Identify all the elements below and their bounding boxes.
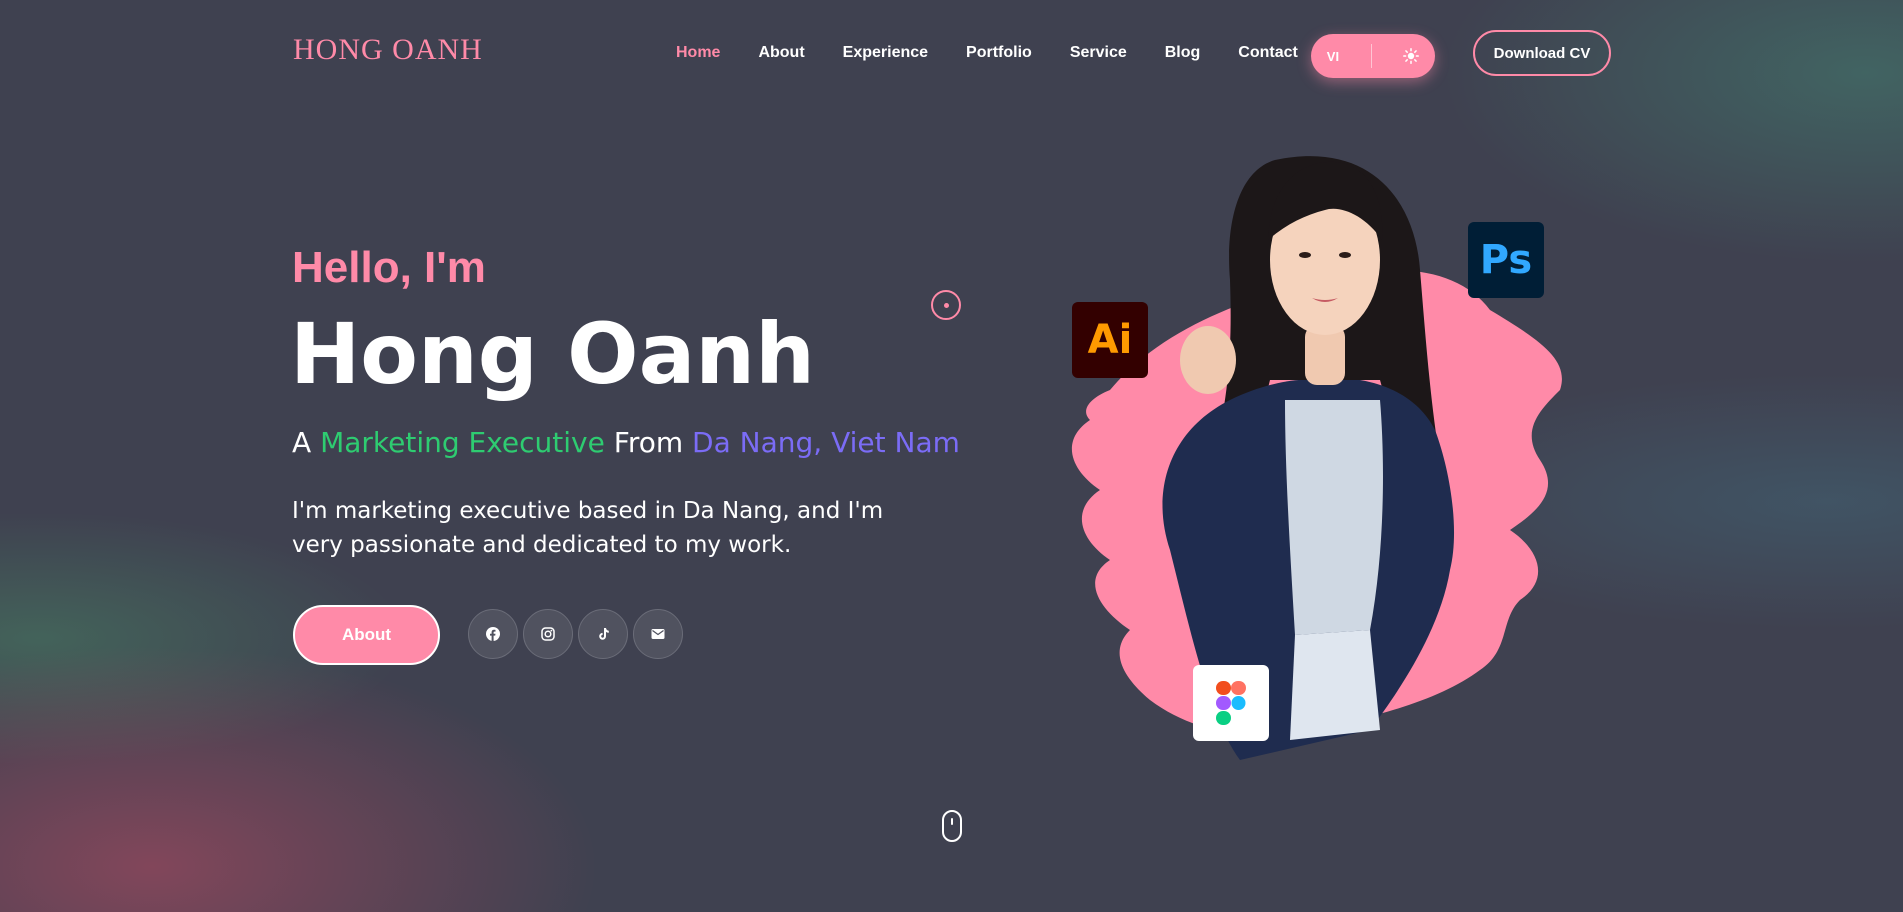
hero-description: I'm marketing executive based in Da Nang… <box>292 498 884 558</box>
facebook-icon[interactable] <box>468 609 518 659</box>
greeting: Hello, I'm <box>292 243 486 292</box>
hand-shape <box>1180 326 1236 394</box>
instagram-icon[interactable] <box>523 609 573 659</box>
tiktok-icon[interactable] <box>578 609 628 659</box>
tagline-role: Marketing Executive <box>320 426 605 459</box>
illustrator-icon: Ai <box>1072 302 1148 378</box>
scroll-wheel <box>951 818 953 825</box>
settings-toggle: VI <box>1311 34 1435 78</box>
nav-experience[interactable]: Experience <box>843 44 928 62</box>
figma-icon <box>1193 665 1269 741</box>
nav-blog[interactable]: Blog <box>1165 44 1201 62</box>
mail-icon[interactable] <box>633 609 683 659</box>
jeans-shape <box>1290 630 1380 740</box>
nav-service[interactable]: Service <box>1070 44 1127 62</box>
tagline: A Marketing Executive From Da Nang, Viet… <box>292 426 960 459</box>
tagline-mid: From <box>613 426 684 459</box>
social-links <box>468 609 683 659</box>
scroll-down-icon[interactable] <box>942 810 962 842</box>
site-logo[interactable]: HONG OANH <box>293 33 483 67</box>
main-nav: Home About Experience Portfolio Service … <box>676 44 1336 62</box>
about-button[interactable]: About <box>293 605 440 665</box>
toggle-divider <box>1370 44 1372 68</box>
nav-about[interactable]: About <box>758 44 804 62</box>
sun-icon[interactable] <box>1403 48 1420 64</box>
download-cv-button[interactable]: Download CV <box>1473 30 1611 76</box>
nav-portfolio[interactable]: Portfolio <box>966 44 1032 62</box>
tagline-prefix: A <box>292 426 312 459</box>
tagline-place: Da Nang, Viet Nam <box>692 426 960 459</box>
hero-name: Hong Oanh <box>290 305 815 403</box>
photoshop-icon: Ps <box>1468 222 1544 298</box>
inner-top-shape <box>1285 400 1383 635</box>
left-eye <box>1299 252 1311 258</box>
right-eye <box>1339 252 1351 258</box>
language-toggle[interactable]: VI <box>1327 49 1339 64</box>
nav-contact[interactable]: Contact <box>1238 44 1298 62</box>
page: HONG OANH Home About Experience Portfoli… <box>0 0 1903 912</box>
nav-home[interactable]: Home <box>676 44 720 62</box>
decorative-ring <box>931 290 961 320</box>
ring-dot <box>943 302 949 308</box>
